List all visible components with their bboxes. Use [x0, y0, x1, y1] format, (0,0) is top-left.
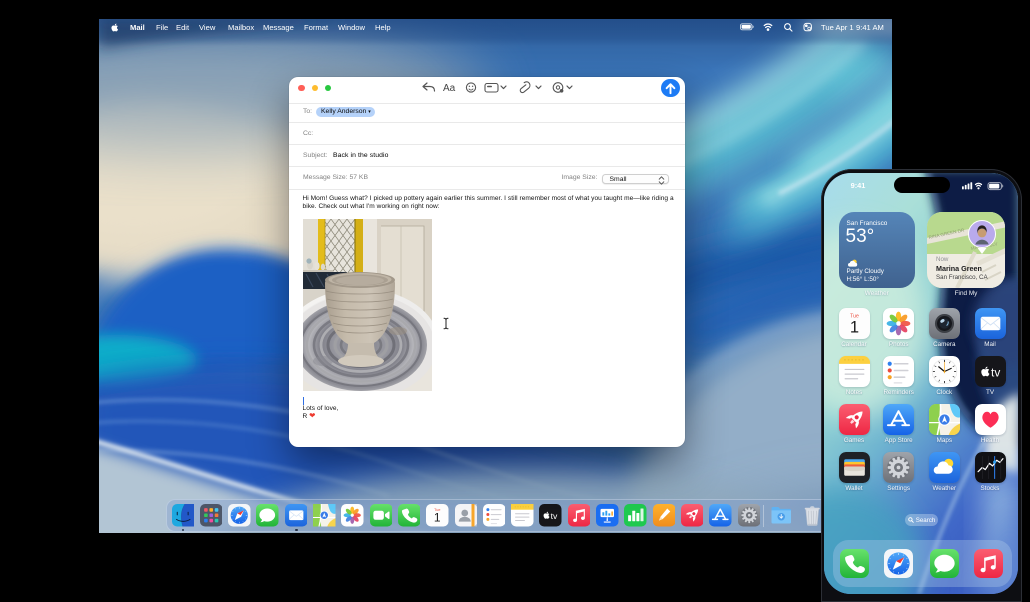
- svg-text:Aa: Aa: [443, 83, 456, 94]
